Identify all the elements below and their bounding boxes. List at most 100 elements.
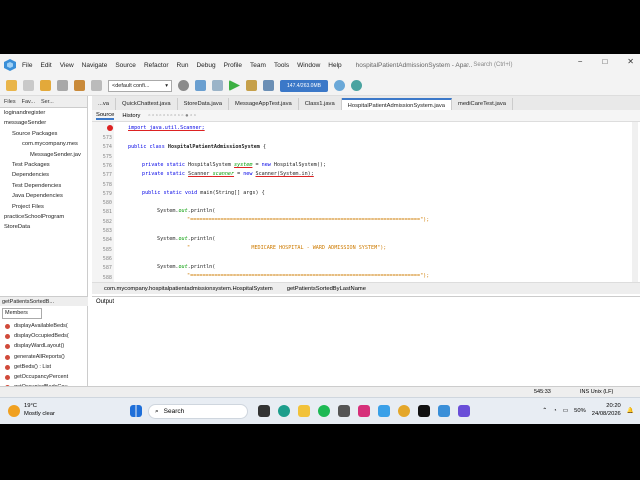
save-all-icon[interactable] — [57, 80, 68, 91]
project-tree-item[interactable]: Test Packages — [0, 160, 87, 170]
ide-search-box[interactable]: ⌕ Search (Ctrl+I) — [466, 59, 586, 71]
project-tree-item[interactable]: StoreData — [0, 222, 87, 232]
editor-tab[interactable]: Class1.java — [299, 98, 342, 110]
menu-file[interactable]: File — [22, 62, 32, 69]
menu-refactor[interactable]: Refactor — [144, 62, 169, 69]
clean-build-icon[interactable] — [195, 80, 206, 91]
menu-tools[interactable]: Tools — [274, 62, 289, 69]
tab-files[interactable]: Files — [4, 99, 16, 105]
project-tree-item[interactable]: Project Files — [0, 202, 87, 212]
notification-icon[interactable]: 🔔 — [627, 408, 634, 414]
store-icon[interactable] — [338, 405, 350, 417]
breadcrumb-method[interactable]: getPatientsSortedByLastName — [287, 286, 366, 292]
editor-tab[interactable]: HospitalPatientAdmissionSystem.java — [341, 98, 452, 110]
menu-window[interactable]: Window — [297, 62, 320, 69]
code-line-string-3: "=======================================… — [187, 273, 429, 279]
maximize-button[interactable]: □ — [602, 57, 607, 66]
project-tree: loginandregister messageSender Source Pack… — [0, 108, 87, 233]
editor-tab[interactable]: mediCareTest.java — [452, 98, 513, 110]
menu-debug[interactable]: Debug — [196, 62, 215, 69]
member-item[interactable]: displayWardLayout() — [0, 341, 88, 351]
editor-tab[interactable]: StoreData.java — [178, 98, 229, 110]
menu-navigate[interactable]: Navigate — [82, 62, 108, 69]
instagram-icon[interactable] — [358, 405, 370, 417]
editor-tab[interactable]: QuickChattest.java — [116, 98, 178, 110]
tab-favorites[interactable]: Fav... — [22, 99, 35, 105]
config-dropdown[interactable]: <default confi... ▾ — [108, 79, 172, 92]
tab-services[interactable]: Ser... — [41, 99, 54, 105]
weather-icon — [8, 404, 20, 417]
editor-scrollbar[interactable] — [632, 122, 638, 282]
menu-help[interactable]: Help — [328, 62, 341, 69]
redo-icon[interactable] — [91, 80, 102, 91]
project-tree-item[interactable]: Dependencies — [0, 170, 87, 180]
source-view-tab[interactable]: Source — [96, 112, 115, 120]
keyword: new — [243, 171, 256, 177]
member-item[interactable]: displayAvailableBeds( — [0, 321, 88, 331]
spotify-icon[interactable] — [318, 405, 330, 417]
open-project-icon[interactable] — [40, 80, 51, 91]
breadcrumb-class[interactable]: com.mycompany.hospitalpatientadmissionsy… — [104, 286, 273, 292]
menu-source[interactable]: Source — [115, 62, 136, 69]
battery-percent: 50% — [574, 407, 586, 414]
menu-view[interactable]: View — [60, 62, 74, 69]
menu-team[interactable]: Team — [250, 62, 266, 69]
code-view[interactable]: 573 574 575 576 577 578 579 580 581 582 583 584 585 5… — [92, 122, 632, 282]
edge-icon[interactable] — [278, 405, 290, 417]
build-icon[interactable] — [212, 80, 223, 91]
project-tree-item[interactable]: practiceSchoolProgram — [0, 212, 87, 222]
tiktok-icon[interactable] — [418, 405, 430, 417]
line-number: 588 — [102, 274, 112, 281]
member-item[interactable]: displayOccupiedBeds( — [0, 331, 88, 341]
teams-icon[interactable] — [378, 405, 390, 417]
weather-widget[interactable]: 19°C Mostly clear — [8, 403, 55, 418]
project-tree-item[interactable]: MessageSender.jav — [0, 150, 87, 160]
taskbar-search[interactable]: ⌕ Search — [148, 404, 248, 419]
battery-icon[interactable]: ▭ — [563, 408, 568, 414]
photos-icon[interactable] — [458, 405, 470, 417]
menu-run[interactable]: Run — [177, 62, 189, 69]
new-file-icon[interactable] — [23, 80, 34, 91]
navigator-title: getPatientsSortedB... — [0, 296, 88, 306]
task-view-icon[interactable] — [258, 405, 270, 417]
profile-ide-icon[interactable] — [351, 80, 362, 91]
chevron-up-icon[interactable]: ⌃ — [542, 408, 547, 414]
profile-icon[interactable] — [263, 80, 274, 91]
member-item[interactable]: getBeds() : List — [0, 362, 88, 372]
netbeans-taskbar-icon[interactable] — [438, 405, 450, 417]
project-tree-item[interactable]: Source Packages — [0, 129, 87, 139]
members-filter[interactable]: Members — [2, 308, 42, 319]
wifi-icon[interactable]: ◔ — [553, 408, 557, 414]
project-tree-item[interactable]: Java Dependencies — [0, 191, 87, 201]
close-button[interactable]: ✕ — [627, 57, 634, 66]
minimize-button[interactable]: − — [578, 57, 583, 66]
member-item[interactable]: getOccupancyPercent — [0, 372, 88, 382]
title-bar: File Edit View Navigate Source Refactor Run Deb… — [0, 54, 640, 76]
editor-tab[interactable]: ...va — [92, 98, 116, 110]
code-text: Scanner(System.in); — [255, 171, 314, 177]
run-icon[interactable] — [229, 80, 240, 91]
memory-indicator[interactable]: 147.4/263.0MB — [280, 79, 328, 92]
menu-profile[interactable]: Profile — [224, 62, 242, 69]
undo-icon[interactable] — [74, 80, 85, 91]
project-tree-item[interactable]: Test Dependencies — [0, 181, 87, 191]
project-tree-item[interactable]: com.mycompany.mes — [0, 139, 87, 149]
project-tree-item[interactable]: loginandregister — [0, 108, 87, 118]
output-tab[interactable]: Output — [96, 299, 114, 305]
windows-start-icon[interactable] — [130, 405, 142, 417]
editor-tab[interactable]: MessageAppTest.java — [229, 98, 299, 110]
file-explorer-icon[interactable] — [298, 405, 310, 417]
chrome-icon[interactable] — [398, 405, 410, 417]
gc-icon[interactable] — [334, 80, 345, 91]
line-number: 583 — [102, 228, 112, 234]
code-line-scanner-field: private static Scanner scanner = new Sca… — [142, 171, 314, 177]
code-text: .println( — [187, 264, 216, 270]
menu-edit[interactable]: Edit — [40, 62, 51, 69]
new-project-icon[interactable] — [6, 80, 17, 91]
history-view-tab[interactable]: History — [122, 113, 140, 119]
project-tree-item[interactable]: messageSender — [0, 118, 87, 128]
settings-icon[interactable] — [178, 80, 189, 91]
debug-icon[interactable] — [246, 80, 257, 91]
clock[interactable]: 20:20 24/08/2026 — [592, 403, 621, 418]
member-item[interactable]: generateAllReports() — [0, 352, 88, 362]
